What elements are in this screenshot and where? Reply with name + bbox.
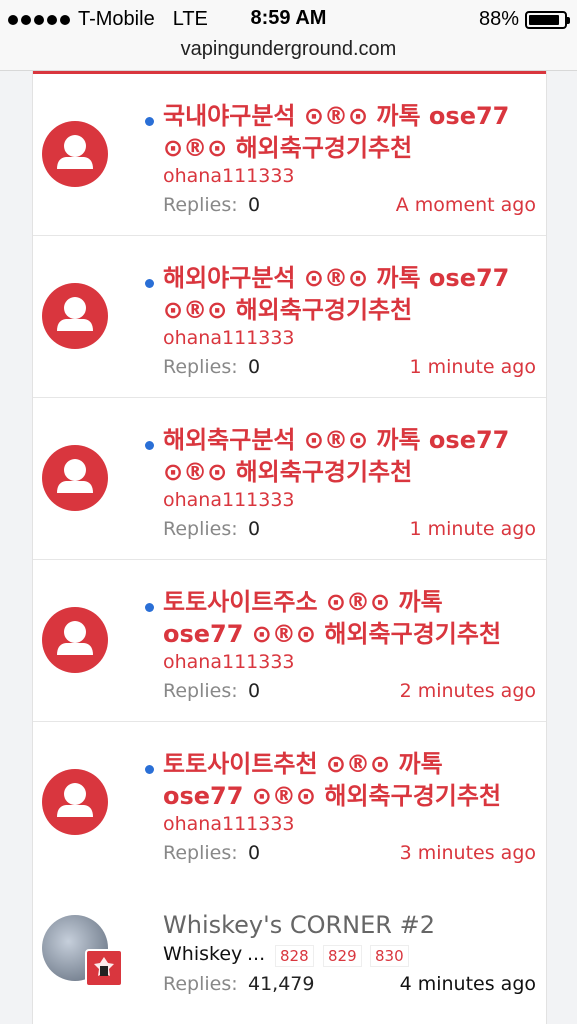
page-link-828[interactable]: 828 (275, 945, 314, 967)
unread-indicator-icon (145, 441, 154, 450)
unread-indicator-icon (145, 603, 154, 612)
replies-label: Replies: (163, 680, 238, 702)
default-avatar-icon[interactable] (42, 769, 108, 835)
default-avatar-icon[interactable] (42, 283, 108, 349)
unread-indicator-icon (145, 765, 154, 774)
thread-title-line-1[interactable]: 토토사이트추천 ⊙®⊙ 까톡 (163, 748, 533, 780)
replies-label: Replies: (163, 842, 238, 864)
battery-percent: 88% (478, 8, 519, 30)
url-text[interactable]: vapingunderground.com (181, 38, 397, 61)
thread-title[interactable]: 국내야구분석 ⊙®⊙ 까톡 ose77 ⊙®⊙ 해외축구경기추천 (163, 100, 533, 164)
last-post-time[interactable]: 1 minute ago (409, 356, 536, 378)
thread-row[interactable]: 토토사이트추천 ⊙®⊙ 까톡 ose77 ⊙®⊙ 해외축구경기추천 ohana1… (33, 722, 546, 885)
thread-author[interactable]: ohana111333 (163, 651, 295, 673)
replies-label: Replies: (163, 518, 238, 540)
replies-count: 0 (248, 680, 261, 702)
thread-title-line-1[interactable]: 해외야구분석 ⊙®⊙ 까톡 ose77 (163, 262, 533, 294)
last-post-time[interactable]: 1 minute ago (409, 518, 536, 540)
battery-fill (529, 14, 559, 25)
thread-author[interactable]: ohana111333 (163, 165, 295, 187)
thread-title-line-2[interactable]: ose77 ⊙®⊙ 해외축구경기추천 (163, 780, 533, 812)
replies-label: Replies: (163, 356, 238, 378)
last-post-time[interactable]: 2 minutes ago (400, 680, 536, 702)
last-post-time[interactable]: A moment ago (396, 194, 536, 216)
thread-title[interactable]: Whiskey's CORNER #2 (163, 911, 435, 939)
thread-title-line-2[interactable]: ose77 ⊙®⊙ 해외축구경기추천 (163, 618, 533, 650)
thread-row[interactable]: 해외야구분석 ⊙®⊙ 까톡 ose77 ⊙®⊙ 해외축구경기추천 ohana11… (33, 236, 546, 399)
thread-author[interactable]: ohana111333 (163, 813, 295, 835)
address-bar[interactable]: vapingunderground.com (0, 38, 577, 71)
last-post-time[interactable]: 4 minutes ago (400, 973, 536, 995)
thread-author[interactable]: ohana111333 (163, 327, 295, 349)
thread-title[interactable]: 토토사이트주소 ⊙®⊙ 까톡 ose77 ⊙®⊙ 해외축구경기추천 (163, 586, 533, 650)
thread-row-whiskey-corner[interactable]: Whiskey's CORNER #2 Whiskey ... 828 829 … (33, 883, 546, 1024)
default-avatar-icon[interactable] (42, 121, 108, 187)
thread-author[interactable]: ohana111333 (163, 489, 295, 511)
thread-title-line-1[interactable]: 국내야구분석 ⊙®⊙ 까톡 ose77 (163, 100, 533, 132)
replies-count: 0 (248, 842, 261, 864)
replies-count: 0 (248, 518, 261, 540)
thread-list: 국내야구분석 ⊙®⊙ 까톡 ose77 ⊙®⊙ 해외축구경기추천 ohana11… (32, 71, 547, 1024)
replies-count: 0 (248, 356, 261, 378)
battery-icon (525, 10, 570, 29)
thread-row[interactable]: 토토사이트주소 ⊙®⊙ 까톡 ose77 ⊙®⊙ 해외축구경기추천 ohana1… (33, 560, 546, 723)
thread-title[interactable]: 해외야구분석 ⊙®⊙ 까톡 ose77 ⊙®⊙ 해외축구경기추천 (163, 262, 533, 326)
default-avatar-icon[interactable] (42, 445, 108, 511)
status-right: 88% (478, 8, 570, 31)
page-link-829[interactable]: 829 (323, 945, 362, 967)
page-ellipsis: ... (247, 943, 266, 965)
thread-author[interactable]: Whiskey (163, 943, 242, 965)
thread-title-line-1[interactable]: 토토사이트주소 ⊙®⊙ 까톡 (163, 586, 533, 618)
thread-row[interactable]: 국내야구분석 ⊙®⊙ 까톡 ose77 ⊙®⊙ 해외축구경기추천 ohana11… (33, 74, 546, 237)
page-link-830[interactable]: 830 (370, 945, 409, 967)
replies-count: 41,479 (248, 973, 315, 995)
unread-indicator-icon (145, 279, 154, 288)
forum-badge-icon (85, 949, 123, 987)
replies-label: Replies: (163, 194, 238, 216)
thread-title[interactable]: 해외축구분석 ⊙®⊙ 까톡 ose77 ⊙®⊙ 해외축구경기추천 (163, 424, 533, 488)
thread-title-line-2[interactable]: ⊙®⊙ 해외축구경기추천 (163, 132, 533, 164)
thread-row[interactable]: 해외축구분석 ⊙®⊙ 까톡 ose77 ⊙®⊙ 해외축구경기추천 ohana11… (33, 398, 546, 561)
thread-title-line-2[interactable]: ⊙®⊙ 해외축구경기추천 (163, 294, 533, 326)
last-post-time[interactable]: 3 minutes ago (400, 842, 536, 864)
default-avatar-icon[interactable] (42, 607, 108, 673)
thread-title-line-2[interactable]: ⊙®⊙ 해외축구경기추천 (163, 456, 533, 488)
thread-title-line-1[interactable]: 해외축구분석 ⊙®⊙ 까톡 ose77 (163, 424, 533, 456)
unread-indicator-icon (145, 117, 154, 126)
status-bar: T-Mobile LTE 8:59 AM 88% (0, 0, 577, 38)
replies-count: 0 (248, 194, 261, 216)
replies-label: Replies: (163, 973, 238, 995)
thread-title[interactable]: 토토사이트추천 ⊙®⊙ 까톡 ose77 ⊙®⊙ 해외축구경기추천 (163, 748, 533, 812)
